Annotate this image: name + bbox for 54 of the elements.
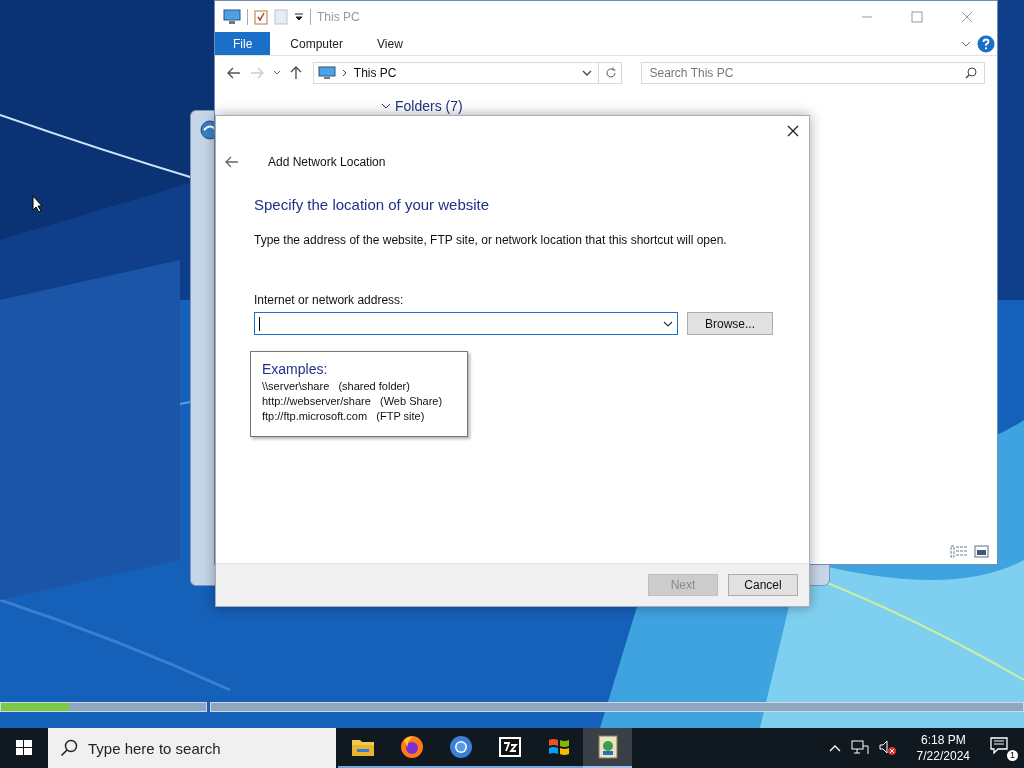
ribbon-tab[interactable]: File (215, 32, 271, 55)
chevron-down-icon[interactable] (961, 39, 971, 48)
close-icon[interactable] (787, 125, 799, 137)
ribbon-tab[interactable]: View (363, 32, 417, 55)
notification-icon[interactable] (990, 737, 1010, 755)
address-text: This PC (353, 66, 397, 80)
network-icon[interactable] (850, 740, 869, 756)
folder-icon (350, 737, 375, 757)
browser-icon (399, 735, 424, 759)
chevron-right-icon (341, 69, 348, 77)
chevron-up-icon[interactable] (828, 744, 841, 752)
search-icon (965, 67, 977, 79)
search-field[interactable]: Search This PC (640, 62, 985, 84)
dialog-title: Add Network Location (268, 155, 386, 169)
large-icons-view-icon[interactable] (974, 545, 989, 558)
tooltip-line: http://webserver/share (Web Share) (262, 394, 444, 409)
heading: Specify the location of your website (254, 196, 491, 213)
tooltip-line: ftp://ftp.microsoft.com (FTP site) (262, 409, 426, 424)
tooltip-title: Examples: (262, 361, 329, 377)
tooltip-line: \\server\share (shared folder) (262, 379, 411, 394)
chevron-down-icon[interactable] (581, 69, 592, 77)
notification-badge: 1 (1007, 750, 1018, 761)
description: Type the address of the website, FTP site, or network location that this shortcut will open. (254, 233, 728, 247)
chevron-down-icon[interactable] (381, 102, 391, 110)
back-arrow-icon[interactable] (225, 156, 239, 168)
field-label: Internet or network address: (254, 293, 405, 307)
chevron-down-icon[interactable] (663, 319, 673, 328)
dialog-button[interactable]: Cancel (728, 574, 798, 596)
taskbar-app[interactable] (583, 728, 632, 768)
properties-icon[interactable] (254, 8, 268, 25)
refresh-icon[interactable] (604, 67, 617, 79)
computer-icon (317, 66, 336, 80)
pointer-icon (32, 195, 44, 213)
search-icon (60, 739, 78, 757)
browser-icon (448, 735, 473, 759)
computer-icon (223, 8, 241, 25)
up-arrow-icon[interactable] (289, 66, 302, 80)
taskbar-search-field[interactable]: Type here to search (48, 728, 336, 768)
address-combo-field[interactable] (254, 312, 678, 335)
back-arrow-icon[interactable] (227, 67, 241, 79)
muted-speaker-icon[interactable] (878, 740, 897, 756)
address-bar[interactable]: This PC (312, 62, 622, 84)
window-title: This PC (317, 9, 360, 24)
clock-time[interactable]: 6:18 PM (920, 732, 966, 748)
chevron-down-icon[interactable] (272, 70, 281, 76)
archive-app-icon (497, 736, 522, 758)
ribbon-tab[interactable]: Computer (276, 32, 358, 55)
clock-date[interactable]: 7/22/2024 (916, 748, 970, 764)
dropdown-icon[interactable] (294, 11, 304, 22)
help-icon[interactable] (977, 34, 995, 53)
windows-flag-icon (546, 736, 571, 758)
installer-icon (596, 735, 619, 759)
group-header[interactable]: Folders (7) (395, 98, 463, 114)
browse-button[interactable]: Browse... (687, 312, 773, 335)
